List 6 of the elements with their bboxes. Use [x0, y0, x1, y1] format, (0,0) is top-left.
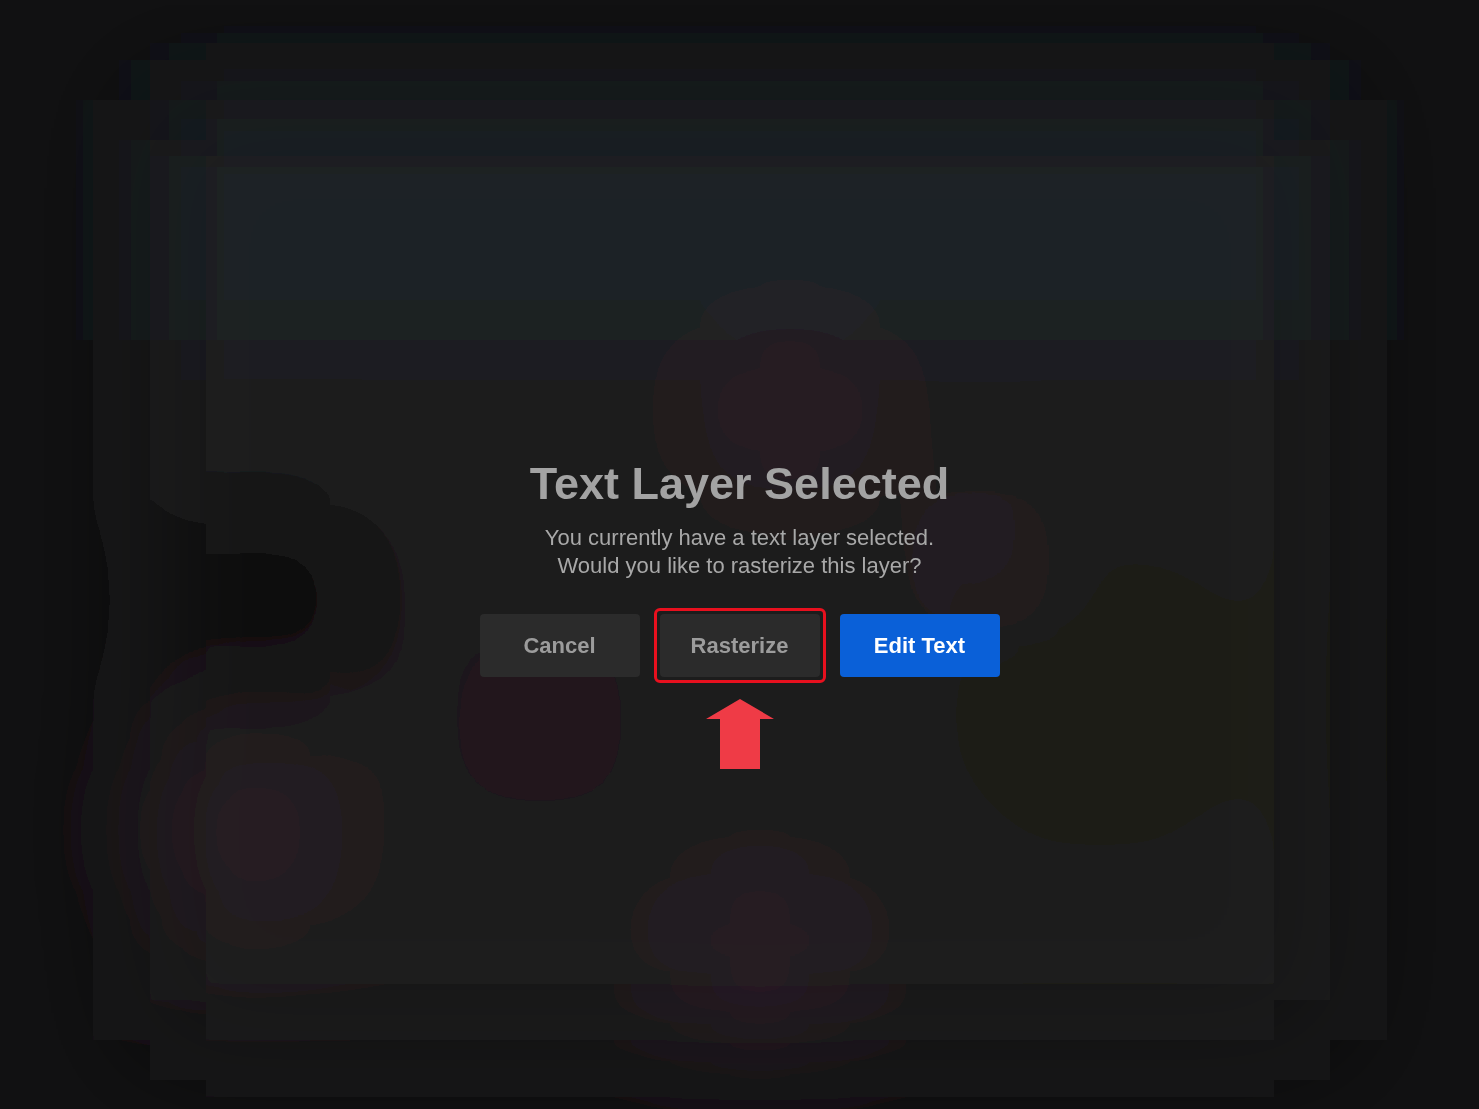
- dialog-button[interactable]: Cancel: [479, 614, 640, 677]
- dialog-title: Text Layer Selected: [529, 458, 950, 510]
- dialog-message: You currently have a text layer selected.: [544, 524, 935, 552]
- dialog-message: Would you like to rasterize this layer?: [557, 552, 922, 580]
- dialog-button[interactable]: Edit Text: [839, 614, 1000, 677]
- dialog-button[interactable]: Rasterize: [659, 614, 820, 677]
